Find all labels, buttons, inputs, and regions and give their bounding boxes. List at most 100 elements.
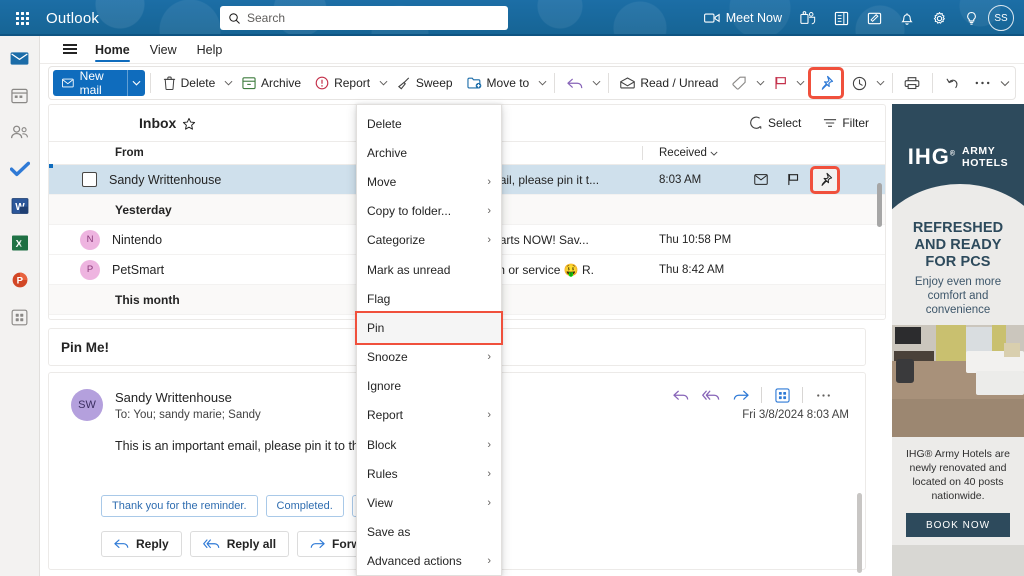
message-checkbox[interactable] [82, 172, 97, 187]
photo-lamp [1004, 343, 1020, 357]
tab-help[interactable]: Help [188, 40, 232, 63]
rail-item-excel[interactable]: X [4, 229, 36, 257]
settings-button[interactable] [924, 3, 955, 33]
rail-item-todo[interactable] [4, 155, 36, 183]
menu-item-categorize[interactable]: Categorize › [357, 226, 501, 255]
rail-item-powerpoint[interactable]: P [4, 266, 36, 294]
reply-icon [114, 539, 129, 549]
sweep-button[interactable]: Sweep [390, 70, 460, 96]
outlook-window: Outlook Meet Now [0, 0, 1024, 576]
star-icon[interactable] [182, 117, 196, 131]
filter-button[interactable]: Filter [819, 114, 873, 132]
ad-cta-button[interactable]: BOOK NOW [906, 513, 1010, 537]
reply-ribbon-button[interactable] [560, 70, 590, 96]
menu-item-delete[interactable]: Delete [357, 109, 501, 138]
search-input[interactable] [247, 11, 500, 25]
chevron-right-icon: › [487, 175, 491, 188]
delete-button[interactable]: Delete [156, 70, 223, 96]
ad-photo [892, 325, 1024, 437]
undo-button[interactable] [938, 70, 967, 96]
svg-text:P: P [16, 276, 23, 287]
ribbon-expand-button[interactable] [998, 70, 1011, 96]
notes-button[interactable] [859, 3, 890, 33]
message-list-scrollbar[interactable] [877, 183, 882, 227]
column-received[interactable]: Received [659, 147, 718, 159]
menu-item-archive[interactable]: Archive [357, 138, 501, 167]
print-button[interactable] [897, 70, 927, 96]
pin-action[interactable] [810, 165, 840, 194]
snooze-dropdown[interactable] [874, 70, 887, 96]
menu-item-save-as[interactable]: Save as [357, 518, 501, 547]
teams-button[interactable] [792, 3, 824, 33]
archive-button[interactable]: Archive [235, 70, 308, 96]
flag-dropdown[interactable] [794, 70, 807, 96]
reply-button-large[interactable]: Reply [101, 531, 182, 557]
report-button[interactable]: Report [308, 70, 377, 96]
rail-item-word[interactable]: W [4, 192, 36, 220]
more-actions-button[interactable] [813, 385, 833, 405]
search-box[interactable] [220, 6, 508, 30]
advertisement-panel[interactable]: ▸ IHG® ARMY HOTELS REFRESHED AND READY F… [892, 104, 1024, 576]
meet-now-button[interactable]: Meet Now [696, 3, 790, 33]
new-mail-dropdown[interactable] [127, 70, 145, 96]
ribbon-menu-toggle[interactable] [56, 36, 84, 62]
suggested-reply-2[interactable]: Completed. [265, 495, 344, 517]
move-to-button[interactable]: Move to [460, 70, 537, 96]
mark-read-action[interactable] [749, 169, 773, 191]
forward-button[interactable] [731, 385, 751, 405]
reply-all-button-large[interactable]: Reply all [189, 531, 290, 557]
tag-icon [732, 76, 747, 90]
context-menu: Delete Archive Move › Copy to folder... › … [355, 104, 503, 576]
filter-label: Filter [842, 116, 869, 130]
new-mail-button[interactable]: New mail [53, 69, 128, 97]
reading-pane-scrollbar[interactable] [857, 493, 862, 573]
user-avatar[interactable]: SS [988, 5, 1014, 31]
reply-all-button[interactable] [701, 385, 721, 405]
app-launcher-button[interactable] [0, 11, 44, 25]
tag-button[interactable] [725, 70, 754, 96]
menu-item-block[interactable]: Block › [357, 430, 501, 459]
report-dropdown[interactable] [377, 70, 390, 96]
tips-button[interactable] [957, 3, 986, 33]
menu-item-label: Flag [367, 291, 391, 306]
menu-item-view[interactable]: View › [357, 488, 501, 517]
rail-item-people[interactable] [4, 118, 36, 146]
apps-button[interactable] [772, 385, 792, 405]
menu-item-mark-as-unread[interactable]: Mark as unread [357, 255, 501, 284]
menu-item-label: Delete [367, 116, 402, 131]
menu-item-flag[interactable]: Flag [357, 284, 501, 313]
onenote-button[interactable] [826, 3, 857, 33]
move-to-dropdown[interactable] [536, 70, 549, 96]
flag-icon [788, 173, 799, 186]
menu-item-ignore[interactable]: Ignore [357, 372, 501, 401]
menu-item-snooze[interactable]: Snooze › [357, 343, 501, 372]
tab-home[interactable]: Home [86, 40, 139, 63]
rail-item-calendar[interactable] [4, 81, 36, 109]
app-title: Outlook [46, 9, 100, 27]
menu-item-report[interactable]: Report › [357, 401, 501, 430]
archive-action[interactable] [883, 169, 885, 191]
more-options-button[interactable] [967, 70, 998, 96]
read-unread-button[interactable]: Read / Unread [613, 70, 725, 96]
chevron-right-icon: › [487, 497, 491, 510]
menu-item-copy-to-folder[interactable]: Copy to folder... › [357, 197, 501, 226]
suggested-reply-1[interactable]: Thank you for the reminder. [101, 495, 258, 517]
rail-item-mail[interactable] [4, 44, 36, 72]
menu-item-move[interactable]: Move › [357, 167, 501, 196]
snooze-button[interactable] [845, 70, 874, 96]
reply-button[interactable] [671, 385, 691, 405]
menu-item-advanced-actions[interactable]: Advanced actions › [357, 547, 501, 576]
delete-dropdown[interactable] [222, 70, 235, 96]
pin-ribbon-button[interactable] [807, 67, 844, 99]
column-from[interactable]: From [115, 147, 144, 159]
menu-item-pin[interactable]: Pin [355, 311, 503, 345]
reply-dropdown[interactable] [590, 70, 603, 96]
tab-view[interactable]: View [141, 40, 186, 63]
tag-dropdown[interactable] [754, 70, 767, 96]
flag-action[interactable] [781, 169, 805, 191]
menu-item-rules[interactable]: Rules › [357, 459, 501, 488]
rail-item-more-apps[interactable] [4, 303, 36, 331]
select-button[interactable]: Select [745, 114, 805, 132]
flag-button[interactable] [767, 70, 794, 96]
notifications-button[interactable] [892, 3, 922, 33]
